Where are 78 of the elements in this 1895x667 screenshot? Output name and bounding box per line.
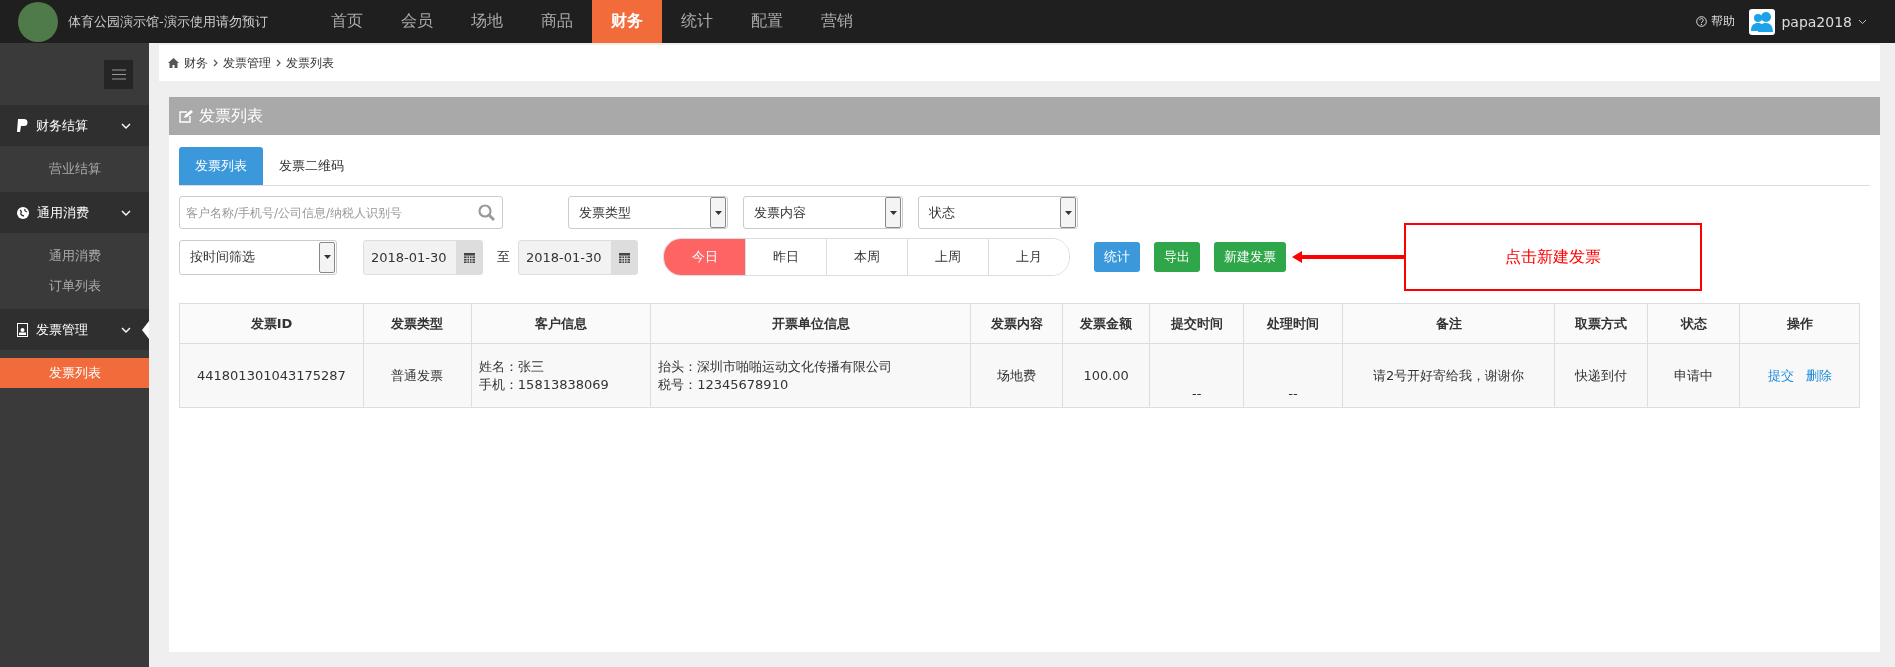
column-header: 发票ID xyxy=(179,303,364,344)
table-cell: 姓名：张三 手机：15813838069 xyxy=(471,343,651,408)
date-field[interactable]: 2018-01-30 xyxy=(518,239,638,275)
sidebar-group-header[interactable]: 发票管理 xyxy=(0,309,149,350)
column-header: 备注 xyxy=(1342,303,1555,344)
breadcrumb-item[interactable]: 发票管理 xyxy=(223,54,271,72)
home-icon xyxy=(168,58,179,68)
annotation-callout: 点击新建发票 xyxy=(1404,223,1702,291)
table-cell: 441801301043175287 xyxy=(179,343,364,408)
date-range-button[interactable]: 上月 xyxy=(988,239,1069,275)
search-icon xyxy=(478,204,495,221)
column-header: 发票内容 xyxy=(970,303,1063,344)
sidebar-item[interactable]: 通用消费 xyxy=(0,241,149,271)
caret-icon xyxy=(323,255,331,259)
table-cell: 快递到付 xyxy=(1554,343,1648,408)
table-cell: -- xyxy=(1149,343,1244,408)
nav-item[interactable]: 场地 xyxy=(452,0,522,43)
dropdown[interactable]: 发票类型 xyxy=(568,196,728,229)
panel-title: 发票列表 xyxy=(199,105,263,127)
sidebar-group-label: 发票管理 xyxy=(36,320,88,339)
sidebar-group-label: 通用消费 xyxy=(37,203,89,222)
user-avatar-icon[interactable] xyxy=(1749,8,1776,35)
dropdown[interactable]: 发票内容 xyxy=(743,196,903,229)
nav-item[interactable]: 商品 xyxy=(522,0,592,43)
search-field[interactable]: 客户名称/手机号/公司信息/纳税人识别号 xyxy=(179,196,503,229)
table-cell: 抬头：深圳市啪啪运动文化传播有限公司 税号：12345678910 xyxy=(650,343,971,408)
dropdown[interactable]: 状态 xyxy=(918,196,1078,229)
tab[interactable]: 发票二维码 xyxy=(263,147,360,185)
dropdown-caret-icon[interactable] xyxy=(1858,18,1867,25)
sidebar-group-label: 财务结算 xyxy=(36,116,88,135)
column-header: 状态 xyxy=(1647,303,1740,344)
edit-icon xyxy=(179,109,193,123)
date-field[interactable]: 2018-01-30 xyxy=(363,239,483,275)
sidebar-group-header[interactable]: 财务结算 xyxy=(0,105,149,146)
column-header: 客户信息 xyxy=(471,303,651,344)
sidebar-group-header[interactable]: 通用消费 xyxy=(0,192,149,233)
caret-icon xyxy=(714,210,722,215)
column-header: 取票方式 xyxy=(1554,303,1648,344)
row-action-link[interactable]: 提交 xyxy=(1767,367,1794,383)
caret-icon xyxy=(1064,210,1072,215)
calendar-icon xyxy=(618,251,630,263)
column-header: 处理时间 xyxy=(1243,303,1343,344)
table-cell: 申请中 xyxy=(1647,343,1740,408)
nav-item[interactable]: 会员 xyxy=(382,0,452,43)
nav-item[interactable]: 配置 xyxy=(732,0,802,43)
column-header: 提交时间 xyxy=(1149,303,1244,344)
logo-photo-placeholder xyxy=(18,1,58,42)
menu-button[interactable] xyxy=(104,59,133,89)
chevron-right-icon xyxy=(213,59,218,67)
chevron-right-icon xyxy=(276,59,281,67)
sidebar-item[interactable]: 营业结算 xyxy=(0,154,149,184)
paypal-icon xyxy=(17,119,28,132)
table-cell: 请2号开好寄给我，谢谢你 xyxy=(1342,343,1555,408)
menu-icon xyxy=(111,68,126,80)
date-separator: 至 xyxy=(497,248,510,266)
username[interactable]: papa2018 xyxy=(1781,13,1852,30)
row-action-link[interactable]: 删除 xyxy=(1805,367,1832,383)
table-cell: 100.00 xyxy=(1062,343,1150,408)
table-cell: 普通发票 xyxy=(363,343,472,408)
breadcrumb-item[interactable]: 发票列表 xyxy=(286,54,334,72)
app-title: 体育公园演示馆-演示使用请勿预订 xyxy=(68,12,268,31)
column-header: 操作 xyxy=(1739,303,1860,344)
breadcrumb-item[interactable]: 财务 xyxy=(184,54,208,72)
help-icon xyxy=(1696,16,1708,27)
nav-item[interactable]: 首页 xyxy=(312,0,382,43)
id-card-icon xyxy=(17,322,28,337)
column-header: 开票单位信息 xyxy=(650,303,971,344)
calendar-icon xyxy=(463,251,475,263)
column-header: 发票金额 xyxy=(1062,303,1150,344)
table-cell: 场地费 xyxy=(970,343,1063,408)
table-cell: -- xyxy=(1243,343,1343,408)
column-header: 发票类型 xyxy=(363,303,472,344)
caret-icon xyxy=(889,210,897,215)
nav-item[interactable]: 营销 xyxy=(802,0,872,43)
nav-item[interactable]: 统计 xyxy=(662,0,732,43)
time-filter-dropdown[interactable]: 按时间筛选 xyxy=(179,239,337,275)
sidebar-item[interactable]: 订单列表 xyxy=(0,271,149,301)
help-link[interactable]: 帮助 xyxy=(1696,13,1736,30)
